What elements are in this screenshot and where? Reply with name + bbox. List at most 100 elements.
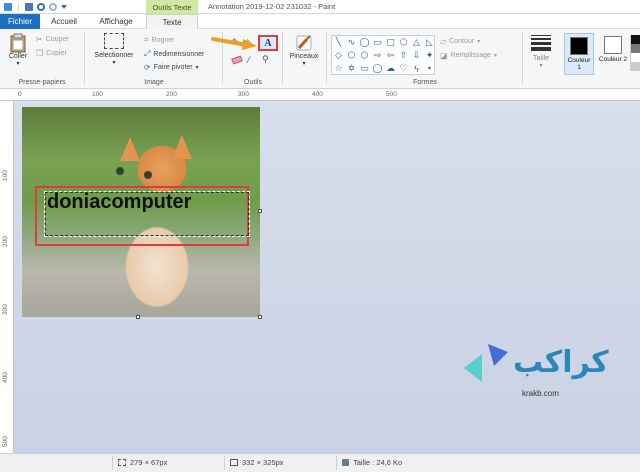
group-separator (522, 32, 523, 84)
copy-icon: ❐ (36, 49, 44, 58)
rotate-button[interactable]: ⟳ Faire pivoter ▾ (144, 63, 199, 72)
chevron-down-icon[interactable] (61, 4, 67, 9)
brushes-button[interactable]: Pinceaux ▾ (286, 33, 322, 67)
vertical-ruler: 100 200 300 400 500 (0, 101, 14, 453)
color-picker-icon[interactable]: ⁄ (248, 55, 250, 65)
group-separator (326, 32, 327, 84)
paste-button[interactable]: Coller ▾ (4, 33, 32, 67)
curve-shape-icon[interactable]: ∿ (345, 36, 358, 49)
canvas-resize-handle[interactable] (258, 209, 262, 213)
text-tool-icon[interactable]: A (258, 35, 278, 51)
rounded-rect-shape-icon[interactable]: ▢ (384, 36, 397, 49)
size-button[interactable]: Taille ▾ (526, 35, 556, 69)
resize-label: Redimensionner (153, 50, 205, 58)
brush-icon (296, 35, 312, 51)
cat-eye (116, 167, 124, 175)
scissors-icon: ✂ (36, 35, 43, 44)
status-separator (224, 456, 225, 470)
group-separator (282, 32, 283, 84)
image-size-text: 332 × 325px (242, 458, 284, 467)
arrow-right-shape-icon[interactable]: ⇨ (371, 49, 384, 62)
tab-file[interactable]: Fichier (0, 14, 40, 29)
color2-swatch (604, 36, 622, 54)
tab-home[interactable]: Accueil (40, 14, 88, 29)
ruler-tick-label: 0 (18, 91, 22, 98)
polygon-shape-icon[interactable]: ⬠ (397, 36, 410, 49)
image-size-icon (230, 459, 238, 466)
brushes-label: Pinceaux (289, 53, 319, 60)
watermark-url: krakb.com (522, 389, 559, 398)
cat-eye (144, 171, 152, 179)
arrow-down-shape-icon[interactable]: ⇩ (410, 49, 423, 62)
file-size-text: Taille : 24,6 Ko (353, 458, 403, 467)
crop-button[interactable]: ⌗ Rogner (144, 35, 174, 45)
ruler-tick-label: 500 (2, 436, 9, 447)
hexagon-shape-icon[interactable]: ⬡ (358, 49, 371, 62)
group-separator (84, 32, 85, 84)
undo-icon[interactable] (37, 2, 45, 11)
status-separator (336, 456, 337, 470)
ruler-tick-label: 200 (166, 91, 177, 98)
shapes-group-label: Formes (413, 79, 437, 86)
redo-icon[interactable] (49, 2, 57, 11)
line-shape-icon[interactable]: ╲ (332, 36, 345, 49)
crop-icon: ⌗ (144, 35, 149, 44)
chevron-down-icon: ▾ (477, 39, 481, 45)
diamond-shape-icon[interactable]: ◇ (332, 49, 345, 62)
eraser-icon[interactable] (231, 55, 243, 65)
callout-oval-shape-icon[interactable]: ◯ (371, 62, 384, 75)
select-button[interactable]: Sélectionner ▾ (90, 33, 138, 66)
fill-button[interactable]: ◪ Remplissage ▾ (440, 51, 497, 60)
rectangle-shape-icon[interactable]: ▭ (371, 36, 384, 49)
cut-label: Couper (45, 36, 69, 43)
color1-label: Couleur 1 (567, 57, 591, 71)
outline-icon: ▱ (440, 37, 447, 46)
ruler-tick-label: 100 (92, 91, 103, 98)
fill-bucket-icon: ◪ (440, 51, 448, 60)
pentagon-shape-icon[interactable]: ⬠ (345, 49, 358, 62)
star6-shape-icon[interactable]: ✡ (345, 62, 358, 75)
magnifier-icon[interactable]: ⚲ (262, 54, 269, 65)
text-box-content[interactable]: doniacomputer (47, 191, 191, 214)
callout-rect-shape-icon[interactable]: ▭ (358, 62, 371, 75)
paint-app-icon[interactable] (4, 2, 12, 11)
clipboard-icon (10, 33, 26, 53)
clipboard-group-label: Presse-papiers (18, 79, 66, 86)
tab-view[interactable]: Affichage (88, 14, 144, 29)
chevron-down-icon: ▾ (112, 60, 116, 66)
disk-icon (342, 459, 349, 466)
callout-cloud-shape-icon[interactable]: ☁ (384, 62, 397, 75)
size-label: Taille (533, 55, 549, 62)
triangle-shape-icon[interactable]: △ (410, 36, 423, 49)
ruler-tick-label: 100 (2, 170, 9, 181)
color2-button[interactable]: Couleur 2 (598, 33, 628, 75)
tab-text[interactable]: Texte (146, 14, 198, 29)
scroll-down-icon[interactable]: ▾ (423, 62, 436, 75)
outline-button[interactable]: ▱ Contour ▾ (440, 37, 480, 46)
quick-access-toolbar (0, 0, 67, 14)
canvas-resize-handle[interactable] (258, 315, 262, 319)
lightning-shape-icon[interactable]: ϟ (410, 62, 423, 75)
file-size: Taille : 24,6 Ko (342, 458, 402, 467)
cut-button[interactable]: ✂ Couper (36, 35, 69, 44)
resize-icon: ⤢ (144, 49, 151, 58)
arrow-left-shape-icon[interactable]: ⇦ (384, 49, 397, 62)
heart-shape-icon[interactable]: ♡ (397, 62, 410, 75)
ribbon: Coller ▾ ✂ Couper ❐ Copier Presse-papier… (0, 29, 640, 89)
oval-shape-icon[interactable]: ◯ (358, 36, 371, 49)
watermark-arabic-text: كراكب (513, 345, 609, 380)
color1-button[interactable]: Couleur 1 (564, 33, 594, 75)
star5-shape-icon[interactable]: ☆ (332, 62, 345, 75)
window-title: Annotation 2019-12-02 231032 - Paint (208, 2, 336, 11)
save-icon[interactable] (25, 2, 33, 11)
arrow-up-shape-icon[interactable]: ⇧ (397, 49, 410, 62)
star4-shape-icon[interactable]: ✦ (423, 49, 436, 62)
resize-button[interactable]: ⤢ Redimensionner (144, 49, 204, 59)
right-triangle-shape-icon[interactable]: ◺ (423, 36, 436, 49)
pointer-arrow-icon (211, 37, 257, 50)
canvas-resize-handle[interactable] (136, 315, 140, 319)
palette-strip[interactable] (630, 35, 640, 71)
chevron-down-icon: ▾ (302, 61, 306, 67)
copy-button[interactable]: ❐ Copier (36, 49, 67, 58)
cat-ear (172, 135, 192, 159)
